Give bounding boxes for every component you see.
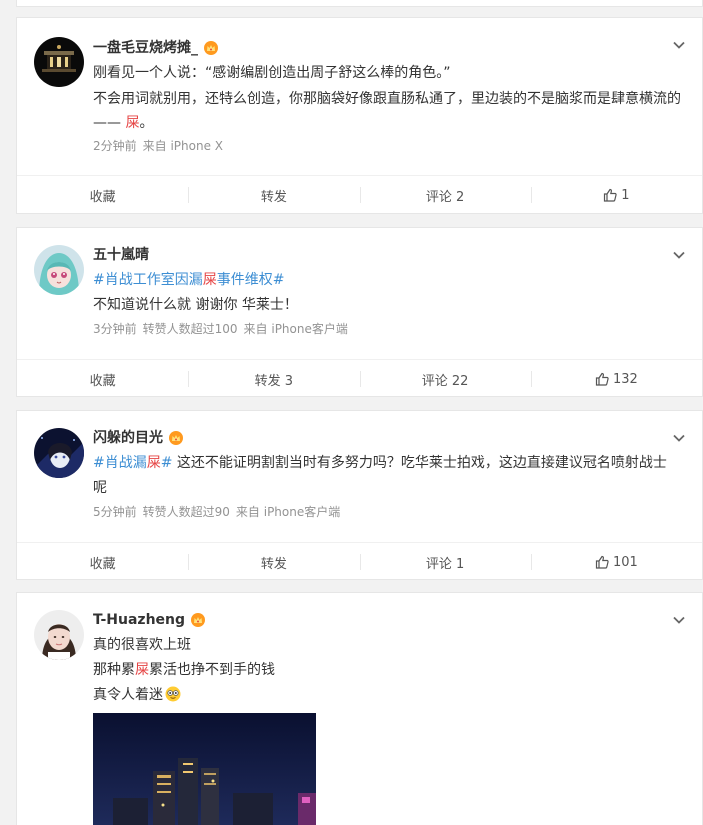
author-name[interactable]: T-Huazheng	[93, 610, 185, 630]
action-bar: 收藏 转发 3 评论 22 132	[17, 359, 702, 398]
comment-button[interactable]: 评论 2	[359, 176, 531, 214]
post-text-line: —— 屎。	[93, 115, 154, 131]
repost-button[interactable]: 转发	[188, 543, 359, 581]
vip-crown-icon	[204, 41, 218, 55]
timestamp[interactable]: 5分钟前	[93, 505, 137, 519]
avatar[interactable]	[34, 37, 84, 87]
source: 来自 iPhone客户端	[243, 322, 348, 336]
previous-post-card	[16, 0, 703, 7]
post-text-line: 不知道说什么就 谢谢你 华莱士！	[93, 297, 298, 313]
highlight-keyword: 屎	[125, 115, 140, 131]
like-button[interactable]: 1	[530, 176, 702, 214]
author-name[interactable]: 五十嵐晴	[93, 245, 149, 265]
chevron-down-icon[interactable]	[672, 38, 686, 52]
vip-crown-icon	[191, 613, 206, 627]
post-meta: 2分钟前 来自 iPhone X	[93, 138, 223, 154]
like-button[interactable]: 101	[530, 543, 702, 581]
highlight-keyword: 屎	[146, 455, 161, 471]
source: 来自 iPhone客户端	[235, 505, 341, 519]
source: 来自 iPhone X	[142, 139, 223, 153]
post-card: 五十嵐晴 #肖战工作室因漏屎事件维权# 不知道说什么就 谢谢你 华莱士！ 3分钟…	[16, 227, 703, 397]
action-bar: 收藏 转发 评论 2 1	[17, 175, 702, 214]
repost-button[interactable]: 转发 3	[188, 360, 359, 398]
thumbs-up-icon	[603, 188, 617, 202]
avatar[interactable]	[34, 428, 84, 478]
post-text-line: #肖战漏屎# 这还不能证明割割当时有多努力吗？吃华莱士拍戏，这边直接建议冠名喷射…	[93, 455, 667, 471]
post-image[interactable]	[93, 713, 316, 825]
post-text-line: 那种累屎累活也挣不到手的钱	[93, 662, 275, 678]
post-text-line: 真令人着迷	[93, 685, 181, 705]
favorite-button[interactable]: 收藏	[17, 176, 188, 214]
author-name[interactable]: 闪躲的目光	[93, 428, 163, 448]
repost-count-note: 转赞人数超过100	[142, 322, 238, 336]
like-button[interactable]: 132	[530, 360, 702, 398]
timestamp[interactable]: 3分钟前	[93, 322, 137, 336]
highlight-keyword: 屎	[202, 272, 217, 288]
post-card: 闪躲的目光 #肖战漏屎# 这还不能证明割割当时有多努力吗？吃华莱士拍戏，这边直接…	[16, 410, 703, 580]
post-text-line: 不会用词就别用，还特么创造，你那脑袋好像跟直肠私通了，里边装的不是脑浆而是肆意横…	[93, 91, 681, 107]
comment-button[interactable]: 评论 22	[359, 360, 531, 398]
repost-button[interactable]: 转发	[188, 176, 359, 214]
highlight-keyword: 屎	[135, 662, 149, 678]
chevron-down-icon[interactable]	[672, 431, 686, 445]
avatar[interactable]	[34, 245, 84, 295]
chevron-down-icon[interactable]	[672, 613, 686, 627]
post-text-line: 真的很喜欢上班	[93, 637, 191, 653]
comment-button[interactable]: 评论 1	[359, 543, 531, 581]
favorite-button[interactable]: 收藏	[17, 543, 188, 581]
topic-link[interactable]: #肖战漏	[93, 455, 147, 471]
post-text-line: 呢	[93, 480, 107, 496]
author-name[interactable]: 一盘毛豆烧烤摊_	[93, 38, 198, 58]
topic-link[interactable]: #肖战工作室因漏屎事件维权#	[93, 270, 284, 290]
post-meta: 5分钟前 转赞人数超过90 来自 iPhone客户端	[93, 504, 340, 520]
avatar[interactable]	[34, 610, 84, 660]
nerd-face-emoji-icon	[165, 686, 181, 702]
vip-crown-icon	[169, 431, 183, 445]
timestamp[interactable]: 2分钟前	[93, 139, 137, 153]
thumbs-up-icon	[595, 372, 609, 386]
favorite-button[interactable]: 收藏	[17, 360, 188, 398]
repost-count-note: 转赞人数超过90	[142, 505, 230, 519]
post-card: 一盘毛豆烧烤摊_ 刚看见一个人说：“感谢编剧创造出周子舒这么棒的角色。” 不会用…	[16, 17, 703, 214]
post-text-line: 刚看见一个人说：“感谢编剧创造出周子舒这么棒的角色。”	[93, 65, 451, 81]
chevron-down-icon[interactable]	[672, 248, 686, 262]
action-bar: 收藏 转发 评论 1 101	[17, 542, 702, 581]
thumbs-up-icon	[595, 555, 609, 569]
post-meta: 3分钟前 转赞人数超过100 来自 iPhone客户端	[93, 321, 348, 337]
